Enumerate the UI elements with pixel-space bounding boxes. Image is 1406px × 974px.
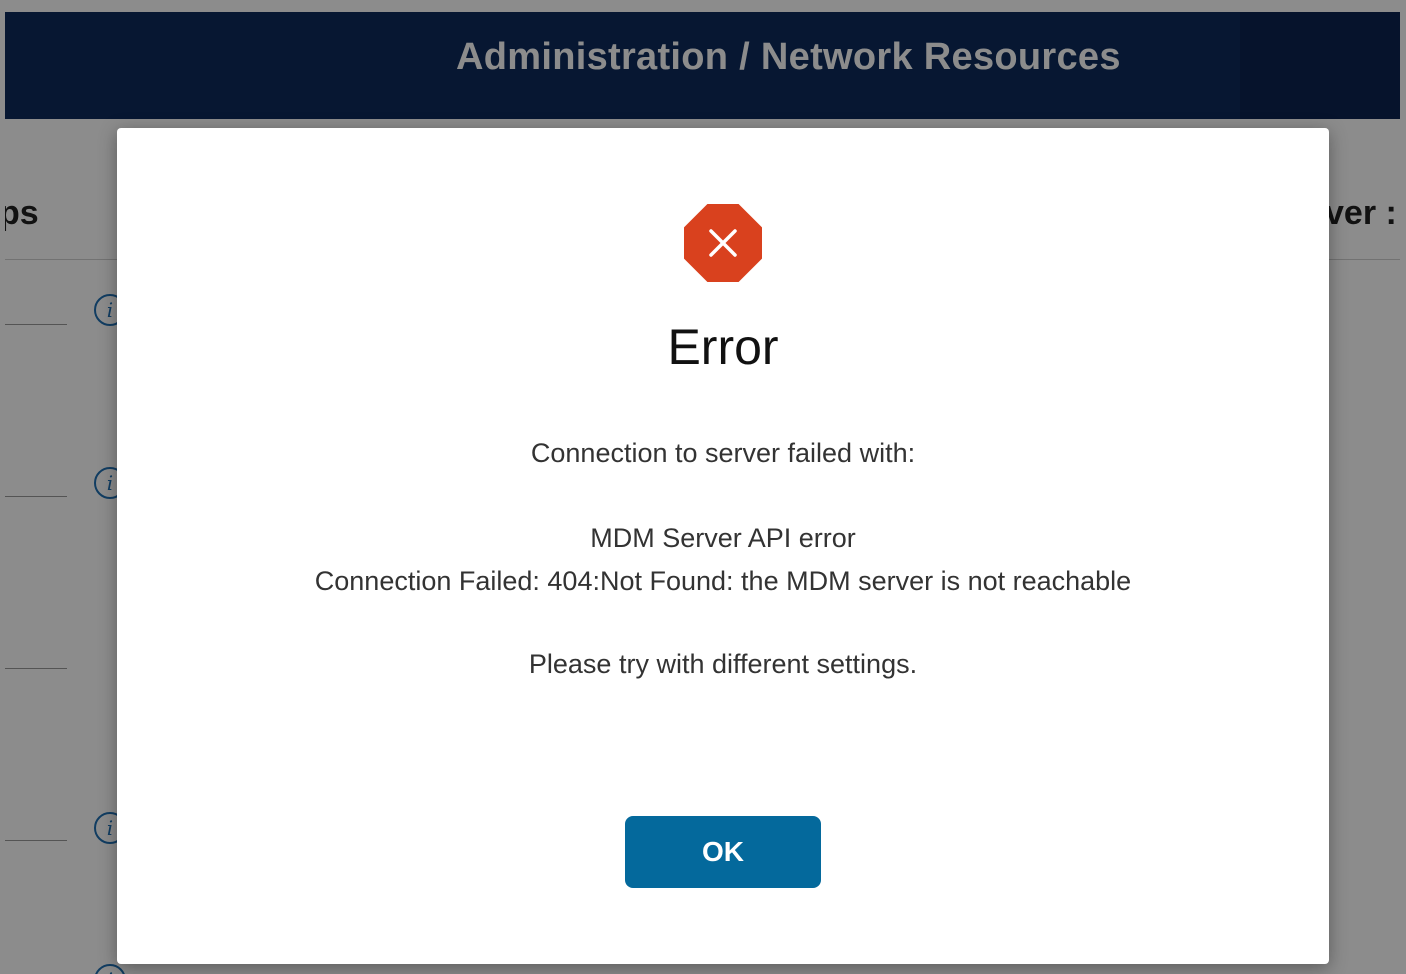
dialog-hint: Please try with different settings. [528, 649, 918, 679]
dialog-title: Error [667, 319, 779, 375]
dialog-error-title: MDM Server API error [590, 523, 856, 553]
error-dialog: Error Connection to server failed with: … [117, 128, 1329, 964]
error-octagon-x-icon [684, 204, 762, 282]
dialog-message-intro: Connection to server failed with: [530, 438, 916, 468]
ok-button[interactable]: OK [625, 816, 821, 888]
dialog-error-detail: Connection Failed: 404:Not Found: the MD… [314, 566, 1132, 596]
